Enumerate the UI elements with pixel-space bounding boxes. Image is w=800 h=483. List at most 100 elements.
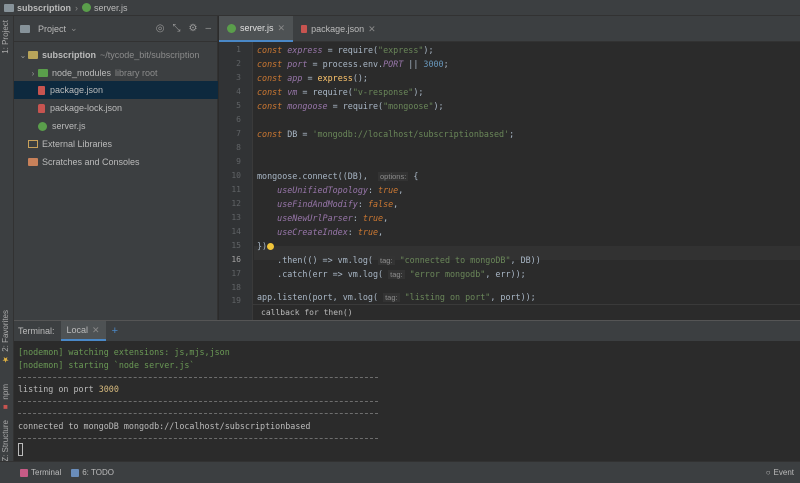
code-editor[interactable]: 1 2 3 4 5 6 7 8 9 10 11 12 13 14 15 16 1… — [219, 42, 800, 320]
library-icon — [28, 140, 38, 148]
chevron-right-icon: › — [75, 2, 79, 13]
parameter-hint: tag: — [383, 293, 400, 302]
todo-icon — [71, 468, 80, 477]
project-header-icons: ◎ ⤡ ⚙ – — [156, 23, 211, 34]
code-line: app.listen(port, vm.log( tag: "listing o… — [257, 292, 536, 302]
divider — [18, 438, 378, 439]
collapse-icon[interactable]: ⤡ — [172, 23, 180, 34]
nodejs-icon — [82, 3, 92, 12]
tree-item-package-lock[interactable]: package-lock.json — [14, 99, 218, 117]
line-number: 9 — [236, 157, 241, 166]
target-icon[interactable]: ◎ — [156, 23, 165, 34]
line-number: 11 — [231, 185, 241, 194]
tree-item-scratches[interactable]: Scratches and Consoles — [14, 153, 218, 171]
npm-icon — [301, 25, 308, 33]
line-number: 13 — [231, 213, 241, 222]
line-number: 5 — [236, 101, 241, 110]
nodejs-icon — [227, 23, 236, 33]
lightbulb-icon[interactable] — [267, 243, 275, 250]
add-terminal-icon[interactable]: + — [112, 325, 118, 337]
terminal-cursor — [18, 443, 23, 456]
code-line: useNewUrlParser: true, — [277, 213, 389, 223]
npm-tool-tab[interactable]: ■ npm — [1, 384, 10, 412]
code-line: }) — [257, 240, 275, 253]
project-icon — [20, 24, 30, 33]
tab-package-json[interactable]: package.json ✕ — [293, 16, 384, 42]
breadcrumb-file[interactable]: server.js — [82, 3, 128, 13]
line-number-current: 16 — [231, 255, 241, 264]
left-tool-strip: 1: Project ★2: Favorites ■npm ■Z: Struct… — [0, 16, 14, 474]
gear-icon[interactable]: ⚙ — [188, 23, 197, 34]
terminal-output[interactable]: [nodemon] watching extensions: js,mjs,js… — [14, 341, 800, 462]
line-number: 14 — [231, 227, 241, 236]
breadcrumb-project[interactable]: subscription — [4, 3, 71, 13]
tree-item-node-modules[interactable]: › node_modules library root — [14, 64, 218, 82]
favorites-tool-tab[interactable]: ★ 2: Favorites — [1, 310, 10, 364]
line-number: 2 — [236, 59, 241, 68]
chevron-down-icon[interactable]: ⌄ — [70, 23, 78, 34]
star-icon: ★ — [1, 354, 10, 364]
close-icon[interactable]: ✕ — [368, 24, 376, 35]
divider — [18, 413, 378, 414]
terminal-line: connected to mongoDB mongodb://localhost… — [18, 421, 311, 431]
terminal-title: Terminal: — [18, 326, 55, 336]
folder-icon — [28, 51, 38, 59]
terminal-line: [nodemon] watching extensions: js,mjs,js… — [18, 347, 230, 357]
line-number: 19 — [231, 296, 241, 305]
code-line: .catch(err => vm.log( tag: "error mongod… — [257, 269, 526, 279]
line-number: 18 — [231, 283, 241, 292]
editor-breadcrumb-footer: callback for then() — [253, 304, 800, 320]
parameter-hint: tag: — [378, 256, 395, 265]
folder-icon — [38, 69, 48, 77]
breadcrumb: subscription › server.js — [0, 0, 800, 16]
project-view-selector[interactable]: Project — [38, 24, 66, 34]
npm-icon: ■ — [1, 402, 10, 412]
code-line-current: .then(() => vm.log( tag: "connected to m… — [257, 255, 541, 265]
code-line: const express = require("express"); — [257, 45, 434, 55]
parameter-hint: options: — [378, 172, 409, 181]
line-number: 15 — [231, 241, 241, 250]
line-number-gutter: 1 2 3 4 5 6 7 8 9 10 11 12 13 14 15 16 1… — [219, 42, 253, 320]
terminal-tab-local[interactable]: Local ✕ — [60, 321, 106, 341]
terminal-tool-button[interactable]: Terminal — [20, 468, 61, 477]
editor-tabs: server.js ✕ package.json ✕ — [219, 16, 800, 42]
terminal-line: listing on port 3000 — [18, 384, 119, 394]
divider — [18, 377, 378, 378]
code-line: const vm = require("v-response"); — [257, 87, 424, 97]
tree-item-server-js[interactable]: server.js — [14, 117, 218, 135]
tree-item-package-json[interactable]: package.json — [14, 81, 218, 99]
code-line: useUnifiedTopology: true, — [277, 185, 404, 195]
code-line: const mongoose = require("mongoose"); — [257, 101, 444, 111]
line-number: 1 — [236, 45, 241, 54]
todo-tool-button[interactable]: 6: TODO — [71, 468, 114, 477]
tree-item-subscription[interactable]: ⌄ subscription ~/tycode_bit/subscription — [14, 46, 218, 64]
terminal-panel: Terminal: Local ✕ + [nodemon] watching e… — [14, 320, 800, 461]
line-number: 6 — [236, 115, 241, 124]
code-line: const app = express(); — [257, 73, 368, 83]
line-number: 7 — [236, 129, 241, 138]
event-log-button[interactable]: ○ Event — [766, 468, 794, 477]
close-icon[interactable]: ✕ — [278, 23, 286, 34]
minimize-icon[interactable]: – — [205, 23, 211, 34]
npm-icon — [38, 85, 45, 95]
project-panel: Project ⌄ ◎ ⤡ ⚙ – ⌄ subscription ~/tycod… — [14, 16, 218, 320]
line-number: 12 — [231, 199, 241, 208]
search-icon: ○ — [765, 468, 771, 477]
parameter-hint: tag: — [388, 270, 405, 279]
line-number: 3 — [236, 73, 241, 82]
project-tool-tab[interactable]: 1: Project — [1, 20, 10, 54]
chevron-right-icon[interactable]: › — [28, 69, 38, 78]
close-icon[interactable]: ✕ — [92, 325, 100, 336]
tab-server-js[interactable]: server.js ✕ — [219, 16, 294, 42]
bottom-tool-bar: Terminal 6: TODO ○ Event — [0, 461, 800, 483]
chevron-down-icon[interactable]: ⌄ — [18, 51, 28, 60]
code-line: const port = process.env.PORT || 3000; — [257, 59, 449, 69]
code-line: const DB = 'mongodb://localhost/subscrip… — [257, 129, 515, 139]
nodejs-icon — [38, 121, 47, 131]
divider — [18, 401, 378, 402]
terminal-line: [nodemon] starting `node server.js` — [18, 360, 195, 370]
terminal-header: Terminal: Local ✕ + — [14, 321, 800, 341]
line-number: 17 — [231, 269, 241, 278]
code-line: useCreateIndex: true, — [277, 227, 384, 237]
tree-item-external-libraries[interactable]: External Libraries — [14, 135, 218, 153]
